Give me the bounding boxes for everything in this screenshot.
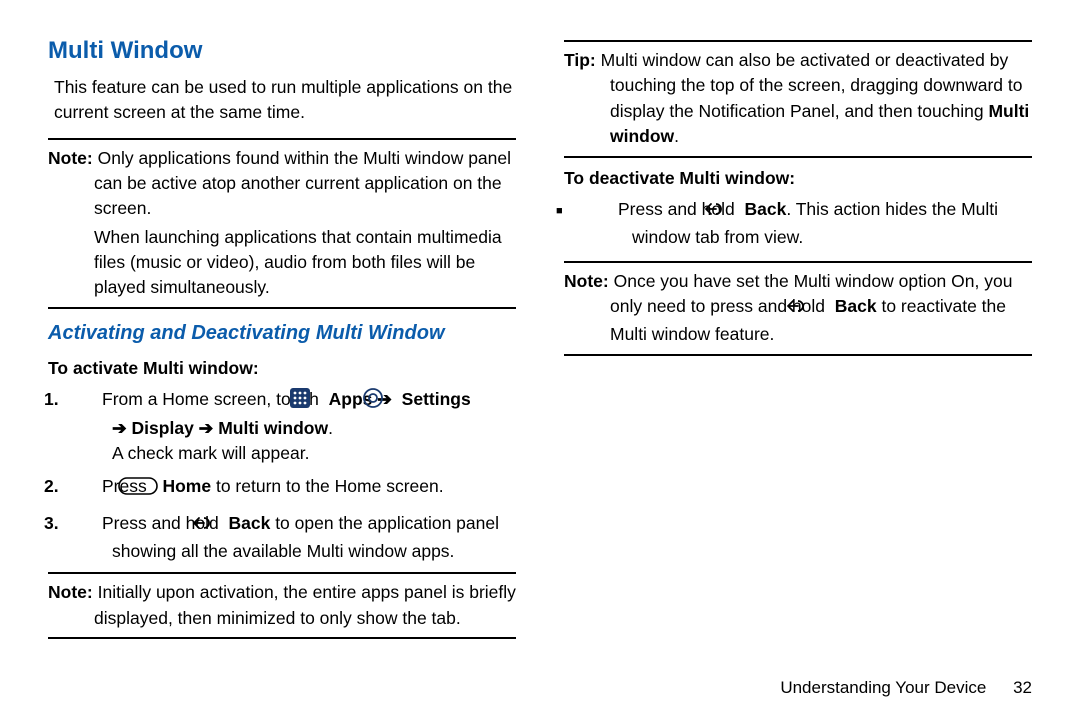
note2-text: Note: Initially upon activation, the ent… (48, 580, 516, 631)
note-label: Note: (48, 582, 93, 602)
divider (564, 156, 1032, 158)
note3-text: Note: Once you have set the Multi window… (564, 269, 1032, 348)
chapter-name: Understanding Your Device (780, 678, 986, 697)
multi-window-label: Multi window (218, 418, 328, 438)
page-number: 32 (1013, 678, 1032, 697)
tip-label: Tip: (564, 50, 596, 70)
page-footer: Understanding Your Device 32 (780, 678, 1032, 698)
step-3: 3.Press and hold Back to open the applic… (48, 511, 516, 565)
note1-text: Only applications found within the Multi… (94, 148, 511, 219)
bullet-icon: ■ (594, 204, 618, 220)
step-2: 2.Press Home to return to the Home scree… (48, 474, 516, 502)
deactivate-step: ■Press and hold Back. This action hides … (564, 197, 1032, 251)
deactivate-heading: To deactivate Multi window: (564, 166, 1032, 191)
arrow-icon: ➔ (199, 418, 214, 438)
note-label: Note: (564, 271, 609, 291)
divider (48, 138, 516, 140)
note-block-2: Note: Initially upon activation, the ent… (48, 580, 516, 631)
back-label: Back (744, 199, 786, 219)
step2-post: to return to the Home screen. (211, 476, 443, 496)
divider (48, 307, 516, 309)
divider (48, 572, 516, 574)
note-label: Note: (48, 148, 93, 168)
page: Multi Window This feature can be used to… (0, 0, 1080, 720)
step-1: 1.From a Home screen, touch Apps ➔ Setti… (48, 387, 516, 466)
divider (564, 261, 1032, 263)
subsection-title: Activating and Deactivating Multi Window (48, 319, 516, 348)
tip-body: Multi window can also be activated or de… (601, 50, 1023, 121)
intro-text: This feature can be used to run multiple… (54, 75, 516, 126)
step1-post: . (328, 418, 333, 438)
back-label: Back (835, 296, 877, 316)
note-block-1: Note: Only applications found within the… (48, 146, 516, 301)
divider (564, 40, 1032, 42)
note-block-3: Note: Once you have set the Multi window… (564, 269, 1032, 348)
home-button-icon (152, 477, 158, 502)
step1-line2: A check mark will appear. (112, 443, 309, 463)
left-column: Multi Window This feature can be used to… (36, 34, 540, 700)
section-title: Multi Window (48, 34, 516, 69)
tip-text: Tip: Multi window can also be activated … (564, 48, 1032, 150)
step-number: 3. (78, 511, 102, 536)
divider (48, 637, 516, 639)
step-number: 2. (78, 474, 102, 499)
note2-body: Initially upon activation, the entire ap… (94, 582, 516, 627)
activate-steps: 1.From a Home screen, touch Apps ➔ Setti… (48, 387, 516, 564)
tip-block: Tip: Multi window can also be activated … (564, 48, 1032, 150)
arrow-icon: ➔ (112, 418, 127, 438)
back-label: Back (228, 513, 270, 533)
note1-line1: Note: Only applications found within the… (48, 146, 516, 222)
tip-post: . (674, 126, 679, 146)
step-number: 1. (78, 387, 102, 412)
note1-line2: When launching applications that contain… (48, 225, 516, 301)
display-label: Display (132, 418, 199, 438)
right-column: Tip: Multi window can also be activated … (540, 34, 1044, 700)
divider (564, 354, 1032, 356)
activate-heading: To activate Multi window: (48, 356, 516, 381)
settings-label: Settings (402, 389, 471, 409)
home-label: Home (162, 476, 211, 496)
